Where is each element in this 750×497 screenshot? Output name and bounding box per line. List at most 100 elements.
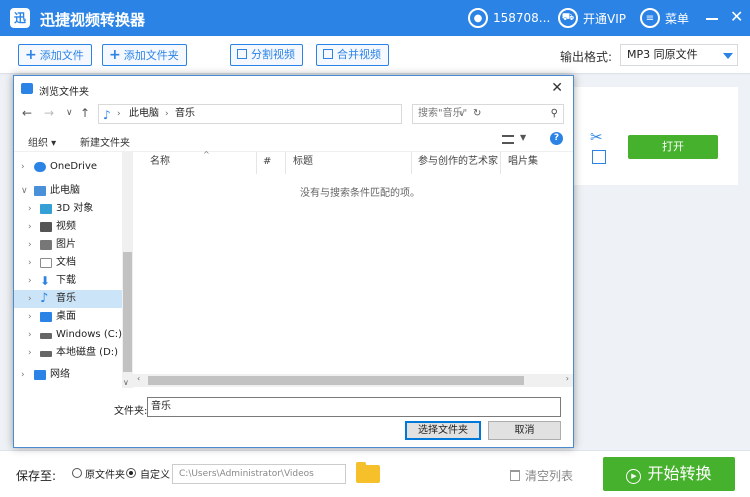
forward-arrow-icon[interactable]: → — [44, 106, 54, 120]
split-video-button[interactable]: 分割视频 — [230, 44, 303, 66]
radio-original-folder[interactable] — [72, 468, 82, 478]
merge-icon — [323, 49, 333, 59]
back-arrow-icon[interactable]: ← — [22, 106, 32, 120]
tree-item-documents[interactable]: › 文档 — [14, 254, 122, 272]
tree-item-this-pc[interactable]: ∨ 此电脑 — [14, 182, 122, 200]
plus-icon: + — [109, 47, 121, 63]
output-format-label: 输出格式: — [560, 50, 613, 64]
address-bar[interactable]: ♪ › 此电脑 › 音乐 ∨ ↻ — [98, 104, 481, 124]
open-button[interactable]: 打开 — [628, 135, 718, 159]
organize-menu[interactable]: 组织 ▾ — [28, 134, 56, 149]
drive-icon — [40, 351, 52, 357]
scroll-left-icon[interactable]: ‹ — [137, 374, 140, 383]
scrollbar-thumb[interactable] — [148, 376, 524, 385]
folder-name-input[interactable]: 音乐 — [147, 397, 561, 417]
file-list: 名称 ^ # 标题 参与创作的艺术家 唱片集 没有与搜索条件匹配的项。 — [133, 150, 573, 388]
up-arrow-icon[interactable]: ↑ — [80, 106, 90, 120]
column-header-album[interactable]: 唱片集 — [508, 152, 538, 174]
user-name: 158708... — [493, 11, 551, 25]
layers-icon: ≡ — [640, 8, 660, 28]
add-folder-label: 添加文件夹 — [123, 49, 179, 62]
music-icon: ♪ — [103, 108, 111, 122]
menu-label: 菜单 — [665, 11, 690, 26]
chevron-right-icon: › — [28, 312, 32, 322]
tree-item-label: 此电脑 — [50, 185, 80, 196]
help-icon[interactable]: ? — [550, 132, 563, 145]
tree-item-network[interactable]: › 网络 — [14, 366, 122, 384]
column-header-title[interactable]: 标题 — [293, 152, 313, 174]
view-dropdown-icon[interactable]: ▼ — [520, 133, 526, 142]
column-divider[interactable] — [285, 152, 286, 174]
clear-list-button[interactable]: 清空列表 — [510, 467, 573, 484]
view-options-icon[interactable] — [502, 135, 514, 144]
add-folder-button[interactable]: + 添加文件夹 — [102, 44, 187, 66]
tree-scrollbar[interactable]: ∨ — [122, 152, 133, 388]
tree-item-local-disk-d[interactable]: › 本地磁盘 (D:) — [14, 344, 122, 362]
output-format-select[interactable]: MP3 同原文件 — [620, 44, 738, 66]
column-divider[interactable] — [256, 152, 257, 174]
column-header-number[interactable]: # — [263, 152, 271, 174]
drive-icon — [40, 333, 52, 339]
minimize-button[interactable] — [706, 9, 720, 27]
select-folder-button[interactable]: 选择文件夹 — [405, 421, 481, 440]
scroll-right-icon[interactable]: › — [566, 374, 569, 383]
cancel-button[interactable]: 取消 — [488, 421, 561, 440]
network-icon — [34, 370, 46, 380]
menu-button[interactable]: ≡ 菜单 — [640, 8, 689, 28]
tree-item-label: 视频 — [56, 221, 76, 232]
tree-item-downloads[interactable]: › ⬇ 下载 — [14, 272, 122, 290]
sort-ascending-icon: ^ — [203, 150, 210, 159]
vip-button[interactable]: ⛟ 开通VIP — [558, 8, 626, 28]
edit-icon[interactable] — [592, 150, 606, 164]
close-window-button[interactable]: ✕ — [730, 7, 743, 27]
user-account-button[interactable]: ● 158708... — [468, 8, 550, 28]
save-path-input[interactable]: C:\Users\Administrator\Videos — [172, 464, 346, 484]
tree-item-music[interactable]: › ♪ 音乐 — [14, 290, 122, 308]
picture-icon — [40, 240, 52, 250]
scrollbar-thumb[interactable] — [123, 252, 132, 372]
cart-icon: ⛟ — [558, 8, 578, 28]
chevron-right-icon: › — [28, 258, 32, 268]
tree-item-label: 下载 — [56, 275, 76, 286]
user-icon: ● — [468, 8, 488, 28]
list-horizontal-scrollbar[interactable]: ‹ › — [133, 374, 573, 387]
tree-item-label: 图片 — [56, 239, 76, 250]
document-icon — [40, 258, 52, 268]
dialog-close-button[interactable]: ✕ — [551, 80, 563, 96]
column-header-artists[interactable]: 参与创作的艺术家 — [418, 152, 498, 174]
new-folder-button[interactable]: 新建文件夹 — [80, 134, 130, 149]
start-convert-label: 开始转换 — [647, 464, 712, 483]
cube-icon — [40, 204, 52, 214]
music-icon: ♪ — [40, 291, 49, 306]
column-divider[interactable] — [500, 152, 501, 174]
merge-video-label: 合并视频 — [337, 48, 381, 61]
tree-item-3d-objects[interactable]: › 3D 对象 — [14, 200, 122, 218]
recent-dropdown-icon[interactable]: ∨ — [66, 108, 73, 118]
column-divider[interactable] — [411, 152, 412, 174]
desktop-icon — [40, 312, 52, 322]
search-input[interactable]: 搜索"音乐" ⚲ — [412, 104, 564, 124]
scissors-icon[interactable]: ✂ — [590, 128, 603, 146]
breadcrumb-this-pc[interactable]: 此电脑 — [129, 105, 159, 123]
dialog-title-bar: 浏览文件夹 ✕ — [14, 76, 573, 102]
tree-item-onedrive[interactable]: › OneDrive — [14, 158, 122, 176]
navigation-bar: ← → ∨ ↑ ♪ › 此电脑 › 音乐 ∨ ↻ 搜索"音乐" ⚲ — [14, 102, 573, 128]
tree-item-label: 音乐 — [56, 293, 76, 304]
search-placeholder: 搜索"音乐" — [418, 108, 468, 119]
folder-icon[interactable] — [356, 462, 380, 483]
radio-original-label: 原文件夹 — [85, 470, 125, 481]
chevron-right-icon: › — [21, 370, 25, 380]
breadcrumb-music[interactable]: 音乐 — [175, 105, 195, 123]
column-header-name[interactable]: 名称 — [150, 152, 170, 174]
merge-video-button[interactable]: 合并视频 — [316, 44, 389, 66]
start-convert-button[interactable]: ▶ 开始转换 — [603, 457, 735, 491]
tree-item-videos[interactable]: › 视频 — [14, 218, 122, 236]
radio-custom[interactable] — [126, 468, 136, 478]
tree-item-desktop[interactable]: › 桌面 — [14, 308, 122, 326]
scroll-down-icon[interactable]: ∨ — [123, 378, 129, 387]
tree-item-label: 3D 对象 — [56, 203, 94, 214]
folder-name-label: 文件夹: — [114, 406, 148, 417]
tree-item-pictures[interactable]: › 图片 — [14, 236, 122, 254]
tree-item-windows-c[interactable]: › Windows (C:) — [14, 326, 122, 344]
add-file-button[interactable]: + 添加文件 — [18, 44, 92, 66]
